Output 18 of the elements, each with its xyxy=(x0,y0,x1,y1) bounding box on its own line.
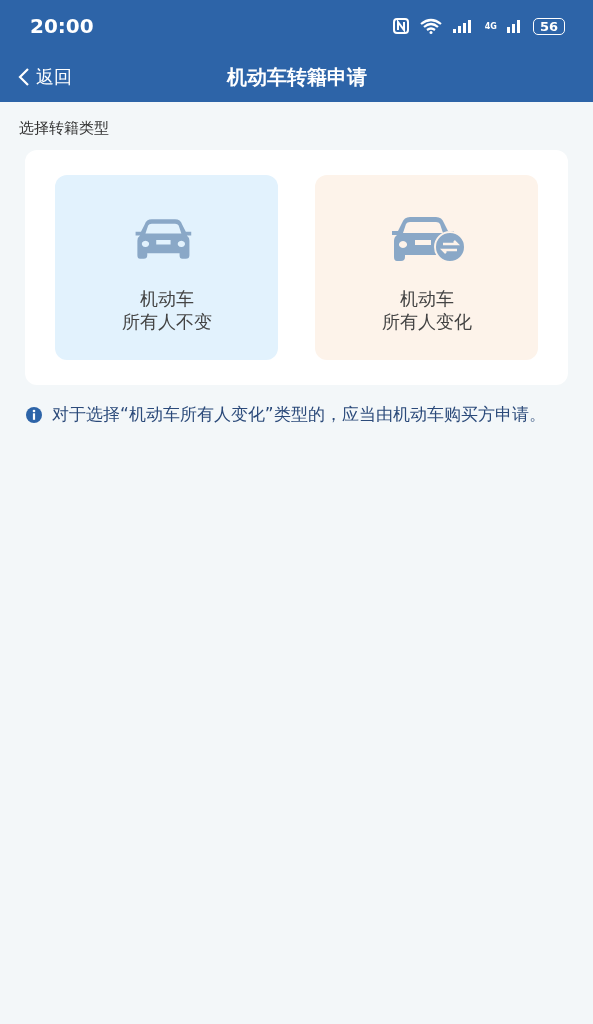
option-label: 所有人变化 xyxy=(381,310,472,333)
option-label: 机动车 xyxy=(399,287,454,310)
chevron-left-icon xyxy=(18,67,30,87)
nfc-icon xyxy=(392,18,409,34)
note-text: 对于选择“机动车所有人变化”类型的，应当由机动车购买方申请。 xyxy=(52,405,547,424)
network-label: 4G xyxy=(484,21,497,31)
signal-icon xyxy=(506,19,523,33)
wifi-icon xyxy=(418,18,443,34)
page-title: 机动车转籍申请 xyxy=(226,63,367,91)
status-time: 20:00 xyxy=(30,14,94,38)
back-button[interactable]: 返回 xyxy=(18,65,72,89)
option-label: 所有人不变 xyxy=(121,310,212,333)
battery-level: 56 xyxy=(532,17,565,35)
type-option[interactable]: 机动车 所有人不变 xyxy=(55,175,278,360)
type-option[interactable]: 机动车 所有人变化 xyxy=(315,175,538,360)
option-label: 机动车 xyxy=(139,287,194,310)
section-label: 选择转籍类型 xyxy=(19,119,109,138)
info-icon xyxy=(25,406,43,424)
